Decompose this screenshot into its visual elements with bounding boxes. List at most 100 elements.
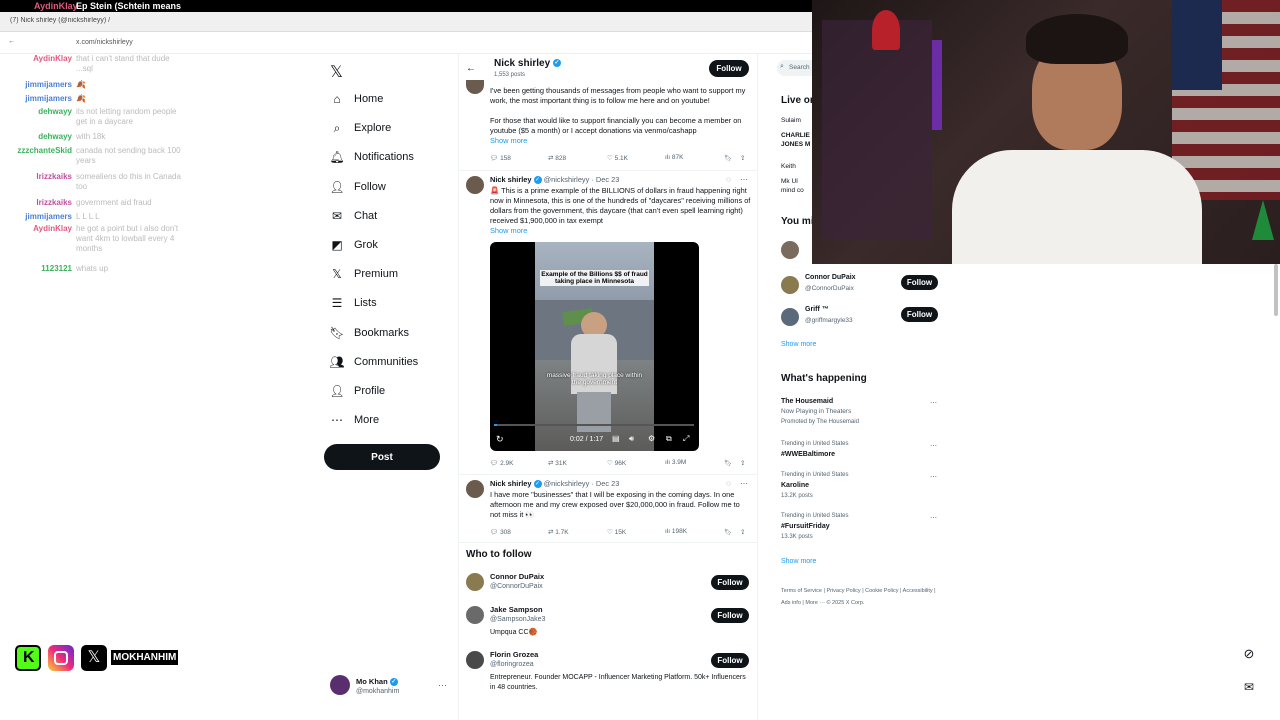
suggestion-avatar[interactable] — [781, 241, 799, 259]
captions-icon[interactable]: ▤ — [612, 434, 620, 443]
views-count[interactable]: ılı 198K — [665, 528, 687, 535]
sidebar-item-more[interactable]: ⋯ More — [330, 409, 379, 431]
follow-button[interactable]: Follow — [901, 307, 938, 322]
share-icon[interactable]: ⇪ — [740, 459, 745, 467]
trend-name[interactable]: Karoline — [781, 482, 809, 489]
suggestion-avatar[interactable] — [781, 276, 799, 294]
chat-username[interactable]: AydinKlay — [2, 224, 72, 234]
reply-button[interactable]: 💬︎ 2.9K — [490, 459, 513, 467]
bookmark-icon[interactable]: 🔖︎ — [724, 154, 732, 162]
tweet-avatar[interactable] — [466, 176, 484, 194]
trends-show-more[interactable]: Show more — [781, 558, 816, 565]
sidebar-item-grok[interactable]: ◩ Grok — [330, 234, 378, 256]
follow-suggestion-name[interactable]: Connor DuPaix — [490, 572, 544, 581]
follow-suggestion-name[interactable]: Jake Sampson — [490, 605, 543, 614]
live-item-1[interactable]: Sulaim — [781, 117, 801, 124]
messages-floating-icon[interactable]: ✉ — [1240, 680, 1258, 698]
settings-icon[interactable]: ⚙ — [648, 434, 655, 443]
bookmark-icon[interactable]: 🔖︎ — [724, 528, 732, 536]
chat-username[interactable]: zzzchanteSkid — [2, 146, 72, 156]
sidebar-item-home[interactable]: ⌂ Home — [330, 88, 383, 110]
follow-button[interactable]: Follow — [901, 275, 938, 290]
chat-username[interactable]: Irizzkaiks — [2, 172, 72, 182]
trend-context[interactable]: Trending in United States — [781, 441, 848, 447]
share-icon[interactable]: ⇪ — [740, 154, 745, 162]
profile-follow-button[interactable]: Follow — [709, 60, 749, 77]
reply-button[interactable]: 💬︎ 308 — [490, 528, 511, 536]
views-count[interactable]: ılı 87K — [665, 154, 683, 161]
follow-suggestion-name[interactable]: Florin Grozea — [490, 650, 538, 659]
grok-floating-icon[interactable]: ⊘ — [1240, 646, 1258, 664]
suggestion-name[interactable]: Connor DuPaix — [805, 274, 856, 281]
follow-button[interactable]: Follow — [711, 575, 749, 590]
reply-button[interactable]: 💬︎ 158 — [490, 154, 511, 162]
like-button[interactable]: ♡ 15K — [607, 528, 626, 536]
post-button[interactable]: Post — [324, 444, 440, 470]
tweet-avatar[interactable] — [466, 480, 484, 498]
replay-icon[interactable]: ↻ — [496, 434, 504, 445]
trend-context[interactable]: The Housemaid — [781, 398, 833, 405]
sidebar-item-chat[interactable]: ✉ Chat — [330, 205, 377, 227]
video-progress-track[interactable] — [494, 424, 694, 426]
trend-more-icon[interactable]: ⋯ — [930, 399, 937, 407]
repost-button[interactable]: ⇄ 1.7K — [548, 528, 569, 536]
tweet-2-show-more[interactable]: Show more — [490, 226, 527, 236]
repost-button[interactable]: ⇄ 31K — [548, 459, 567, 467]
account-more-icon[interactable]: ⋯ — [438, 680, 447, 691]
follow-suggestion-avatar[interactable] — [466, 573, 484, 591]
repost-button[interactable]: ⇄ 828 — [548, 154, 566, 162]
search-box[interactable]: ⌕ Search — [777, 60, 817, 76]
follow-button[interactable]: Follow — [711, 653, 749, 668]
suggestion-avatar[interactable] — [781, 308, 799, 326]
sidebar-item-bookmarks[interactable]: 🔖︎ Bookmarks — [329, 322, 409, 344]
address-bar[interactable]: ← x.com/nickshirleyy — [0, 32, 812, 54]
x-logo-icon[interactable]: 𝕏 — [330, 62, 343, 82]
more-options-icon[interactable]: ⋯ — [740, 479, 748, 488]
trend-name[interactable]: #WWEBaltimore — [781, 451, 835, 458]
live-item-2[interactable]: Keith — [781, 163, 796, 170]
trend-name[interactable]: #FursuitFriday — [781, 523, 830, 530]
trend-more-icon[interactable]: ⋯ — [930, 514, 937, 522]
views-count[interactable]: ılı 3.9M — [665, 459, 686, 466]
chat-username[interactable]: AydinKlay — [2, 54, 72, 64]
grok-icon[interactable]: ◌ — [726, 479, 731, 488]
grok-icon[interactable]: ◌ — [726, 175, 731, 184]
browser-tab[interactable]: (7) Nick shirley (@nickshirleyy) / X — [10, 17, 110, 24]
trend-context[interactable]: Trending in United States — [781, 513, 848, 519]
chat-username[interactable]: jimmijamers — [2, 94, 72, 104]
chat-username[interactable]: jimmijamers — [2, 80, 72, 90]
tweet-video[interactable]: Example of the Billions $$ of fraud taki… — [490, 242, 699, 451]
account-avatar[interactable] — [330, 675, 350, 695]
sidebar-item-follow[interactable]: 👤︎ Follow — [329, 176, 385, 198]
trend-more-icon[interactable]: ⋯ — [930, 442, 937, 450]
chat-username[interactable]: jimmijamers — [2, 212, 72, 222]
share-icon[interactable]: ⇪ — [740, 528, 745, 536]
footer-links[interactable]: Terms of Service | Privacy Policy | Cook… — [781, 585, 941, 609]
volume-icon[interactable]: 🔊︎ — [629, 434, 634, 444]
more-options-icon[interactable]: ⋯ — [740, 175, 748, 184]
account-name[interactable]: Mo Khan ✓ — [356, 677, 398, 687]
sidebar-item-explore[interactable]: ⌕ Explore — [330, 117, 392, 139]
bookmark-icon[interactable]: 🔖︎ — [724, 459, 732, 467]
like-button[interactable]: ♡ 96K — [607, 459, 626, 467]
like-button[interactable]: ♡ 5.1K — [607, 154, 628, 162]
sidebar-item-lists[interactable]: ☰ Lists — [330, 292, 377, 314]
scrollbar-thumb[interactable] — [1274, 264, 1278, 316]
back-arrow-icon[interactable]: ← — [466, 63, 476, 74]
sidebar-item-communities[interactable]: 👥︎ Communities — [329, 351, 418, 373]
sidebar-item-notifications[interactable]: 🔔︎ Notifications — [329, 146, 414, 168]
trend-context[interactable]: Trending in United States — [781, 472, 848, 478]
back-arrow-icon[interactable]: ← — [8, 38, 15, 45]
follow-suggestion-avatar[interactable] — [466, 651, 484, 669]
trend-name[interactable]: Now Playing in Theaters — [781, 408, 851, 415]
sidebar-item-premium[interactable]: 𝕏 Premium — [330, 263, 398, 285]
tweet-1-show-more[interactable]: Show more — [490, 136, 527, 146]
pip-icon[interactable]: ⧉ — [666, 434, 672, 444]
follow-button[interactable]: Follow — [711, 608, 749, 623]
trend-more-icon[interactable]: ⋯ — [930, 473, 937, 481]
show-more-link[interactable]: Show more — [781, 341, 816, 348]
suggestion-name[interactable]: Griff ™ — [805, 306, 829, 313]
follow-suggestion-avatar[interactable] — [466, 606, 484, 624]
sidebar-item-profile[interactable]: 👤︎ Profile — [329, 380, 385, 402]
chat-username[interactable]: 1123121 — [2, 264, 72, 274]
